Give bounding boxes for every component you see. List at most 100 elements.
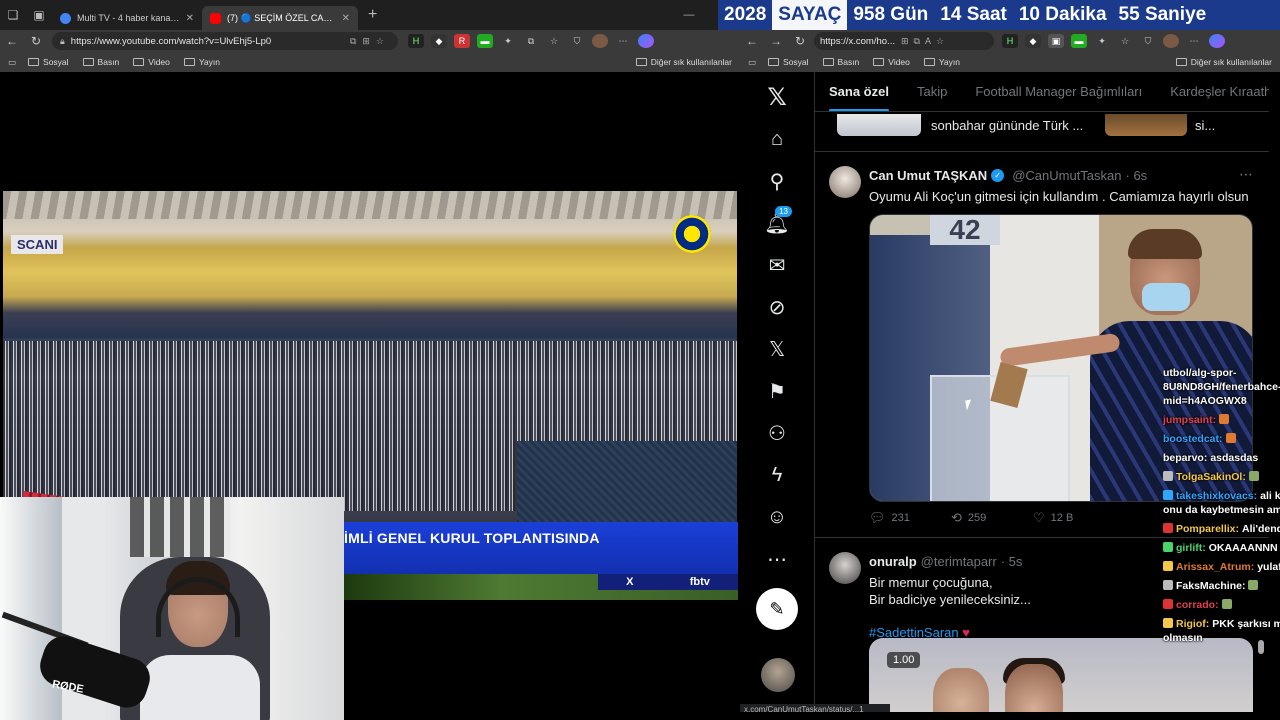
badge-icon <box>1163 618 1173 628</box>
minimize-icon[interactable]: — <box>672 9 706 22</box>
search-icon[interactable]: ⚲ <box>760 164 794 198</box>
more-menu-icon[interactable]: ⋯ <box>615 34 631 48</box>
youtube-favicon-icon <box>210 12 221 24</box>
post-button[interactable]: ✎ <box>756 588 798 630</box>
shield-icon[interactable]: ⛉ <box>1140 34 1156 48</box>
extension-icon[interactable]: H <box>1002 34 1018 48</box>
tab-following[interactable]: Takip <box>903 72 961 111</box>
bookmark-video[interactable]: Video <box>133 57 170 67</box>
chat-username: Pomparellix: <box>1176 523 1240 535</box>
tweet-author-avatar[interactable] <box>829 166 861 198</box>
account-avatar[interactable] <box>761 658 795 692</box>
bookmarks-menu-icon[interactable]: ▭ <box>748 57 756 68</box>
profile-icon[interactable]: ☺ <box>760 500 794 534</box>
tweet-time[interactable]: · 5s <box>1001 554 1023 569</box>
tab-youtube-live[interactable]: (7) 🔵 SEÇİM ÖZEL CANLI | Kulüb ✕ <box>202 6 358 30</box>
tweet-author-handle[interactable]: @terimtaparr <box>921 554 997 569</box>
bookmark-video[interactable]: Video <box>873 57 910 67</box>
tab-multi-tv[interactable]: Multi TV - 4 haber kanalını a ✕ <box>52 6 202 30</box>
forward-icon[interactable]: → <box>764 34 788 48</box>
more-menu-icon[interactable]: ⋯ <box>1186 34 1202 48</box>
close-tab-icon[interactable]: ✕ <box>186 13 194 24</box>
extension-icon[interactable]: ◆ <box>431 34 447 48</box>
left-tab-strip: ❏ ▣ Multi TV - 4 haber kanalını a ✕ (7) … <box>0 0 740 30</box>
url-action-icons[interactable]: ⧉⊞☆ <box>350 36 390 47</box>
split-screen-icon[interactable]: ⧉ <box>523 34 539 48</box>
extension-icon[interactable]: R <box>454 34 470 48</box>
url-input[interactable]: https://x.com/ho... ⊞⧉A☆ <box>814 32 994 50</box>
tweet-author-avatar[interactable] <box>829 552 861 584</box>
url-action-icons[interactable]: ⊞⧉A☆ <box>901 36 949 47</box>
bookmarks-menu-icon[interactable]: ▭ <box>8 57 16 68</box>
bookmark-label: Video <box>888 57 910 67</box>
lock-icon: 🔒︎ <box>60 35 65 46</box>
badge-icon <box>1163 523 1173 533</box>
repost-button[interactable]: ⟲ 259 <box>951 510 1033 526</box>
refresh-icon[interactable]: ↻ <box>788 34 812 48</box>
trend-cards[interactable]: sonbahar gününde Türk ... si... <box>815 112 1269 152</box>
tweet-author-name[interactable]: Can Umut TAŞKAN <box>869 168 987 183</box>
copilot-icon[interactable] <box>1209 34 1225 48</box>
other-favorites[interactable]: Diğer sık kullanılanlar <box>635 57 732 67</box>
copilot-icon[interactable] <box>638 34 654 48</box>
other-favorites[interactable]: Diğer sık kullanılanlar <box>1175 57 1272 67</box>
bookmarks-icon[interactable]: ⚑ <box>760 374 794 408</box>
like-button[interactable]: ♡ 12 B <box>1033 510 1115 526</box>
extension-icon[interactable]: ▬ <box>1071 34 1087 48</box>
tab-actions-icon[interactable]: ▣ <box>26 0 52 30</box>
extension-icon[interactable]: ▣ <box>1048 34 1064 48</box>
tweet-header: Can Umut TAŞKAN ✓ @CanUmutTaskan · 6s <box>869 168 1147 183</box>
tab-kardesler[interactable]: Kardeşler Kıraath <box>1156 72 1269 111</box>
counter-seconds: 55 Saniye <box>1118 4 1207 25</box>
bookmark-basin[interactable]: Basın <box>822 57 859 67</box>
favorites-icon[interactable]: ☆ <box>546 34 562 48</box>
favorites-icon[interactable]: ☆ <box>1117 34 1133 48</box>
booth-number: 42 <box>930 215 1000 245</box>
puzzle-icon[interactable]: ✦ <box>500 34 516 48</box>
scrollbar-thumb[interactable] <box>1258 640 1264 654</box>
bookmark-yayin[interactable]: Yayın <box>183 57 220 67</box>
messages-icon[interactable]: ✉ <box>760 248 794 282</box>
home-icon[interactable]: ⌂ <box>760 122 794 156</box>
puzzle-icon[interactable]: ✦ <box>1094 34 1110 48</box>
x-logo-icon[interactable]: 𝕏 <box>760 80 794 114</box>
shield-icon[interactable]: ⛉ <box>569 34 585 48</box>
tweet-time[interactable]: · 6s <box>1126 168 1148 183</box>
profile-avatar-icon[interactable] <box>1163 34 1179 48</box>
badge-icon <box>1163 561 1173 571</box>
tweet-text: Oyumu Ali Koç'un gitmesi için kullandım … <box>869 189 1249 204</box>
new-tab-icon[interactable]: + <box>358 6 387 24</box>
right-address-bar: ← → ↻ https://x.com/ho... ⊞⧉A☆ H ◆ ▣ ▬ ✦… <box>740 30 1280 52</box>
bookmark-yayin[interactable]: Yayın <box>923 57 960 67</box>
back-icon[interactable]: ← <box>740 34 764 48</box>
close-tab-icon[interactable]: ✕ <box>342 13 350 24</box>
news-ticker: X fbtv <box>344 574 738 600</box>
tweet-author-handle[interactable]: @CanUmutTaskan <box>1012 168 1121 183</box>
tab-football-manager[interactable]: Football Manager Bağımlıları <box>961 72 1156 111</box>
bookmark-sosyal[interactable]: Sosyal <box>768 57 809 67</box>
extension-icon[interactable]: H <box>408 34 424 48</box>
club-crest-icon <box>673 215 711 253</box>
tab-for-you[interactable]: Sana özel <box>815 72 903 111</box>
back-icon[interactable]: ← <box>0 34 24 48</box>
timeline-scrollbar[interactable] <box>1258 152 1264 712</box>
reply-button[interactable]: 💬︎ 231 <box>869 510 951 526</box>
profile-avatar-icon[interactable] <box>592 34 608 48</box>
lightning-icon[interactable]: ϟ <box>760 458 794 492</box>
communities-icon[interactable]: ⚇ <box>760 416 794 450</box>
premium-x-icon[interactable]: 𝕏 <box>760 332 794 366</box>
extension-icon[interactable]: ▬ <box>477 34 493 48</box>
more-icon[interactable]: ⋯ <box>760 542 794 576</box>
notifications-icon[interactable]: 🔔︎ 13 <box>760 206 794 240</box>
workspaces-icon[interactable]: ❏ <box>0 0 26 30</box>
emote-icon <box>1221 599 1232 609</box>
bookmark-basin[interactable]: Basın <box>82 57 119 67</box>
extension-icon[interactable]: ◆ <box>1025 34 1041 48</box>
tweet-author-name[interactable]: onuralp <box>869 554 917 569</box>
bookmark-sosyal[interactable]: Sosyal <box>28 57 69 67</box>
tweet-more-icon[interactable]: ⋯ <box>1239 166 1253 183</box>
url-input[interactable]: 🔒︎ https://www.youtube.com/watch?v=UlvEh… <box>52 32 398 50</box>
refresh-icon[interactable]: ↻ <box>24 34 48 48</box>
grok-icon[interactable]: ⊘ <box>760 290 794 324</box>
face-mask <box>1142 283 1190 311</box>
